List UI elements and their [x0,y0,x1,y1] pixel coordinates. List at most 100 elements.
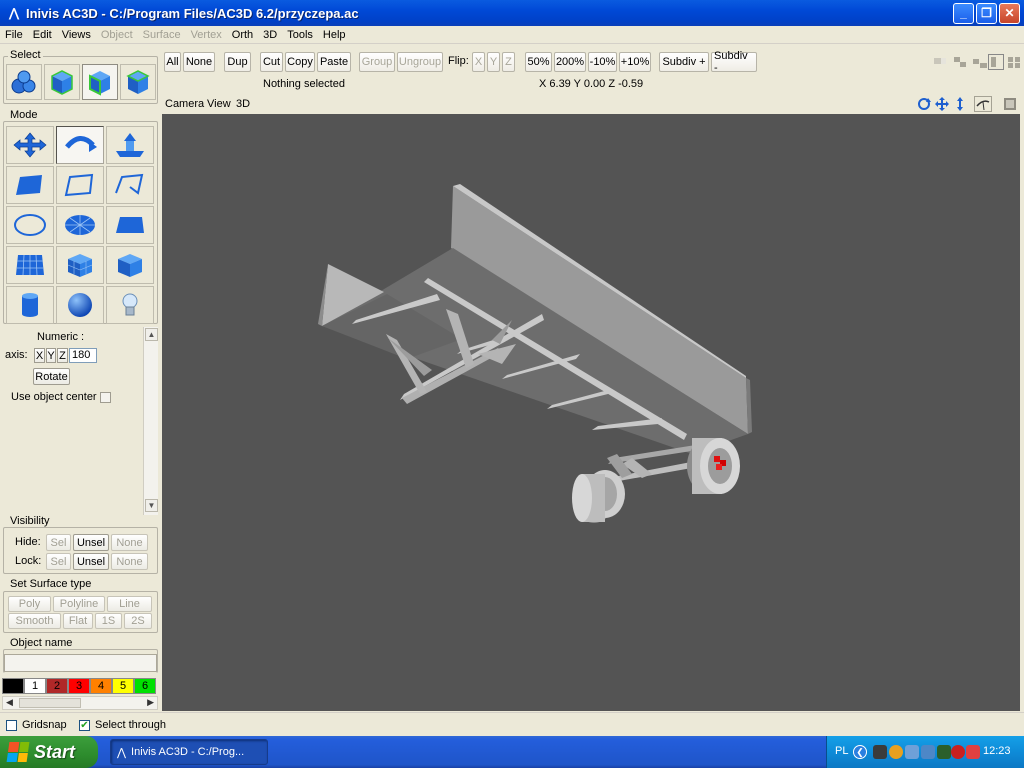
tray-messenger-icon[interactable] [889,745,903,759]
draw-polygon-button[interactable] [6,166,54,204]
draw-polyline-closed-button[interactable] [56,166,104,204]
lock-unsel-button[interactable]: Unsel [73,553,109,570]
draw-subdivided-box-button[interactable] [56,246,104,284]
palette-scroll-thumb[interactable] [19,698,81,708]
tray-antivirus-icon[interactable] [951,745,965,759]
layout-single-icon[interactable] [932,54,948,70]
select-all-button[interactable]: All [164,52,181,72]
viewport-3d-label[interactable]: 3D [236,98,250,110]
cut-button[interactable]: Cut [260,52,283,72]
add-light-button[interactable] [106,286,154,324]
axis-y-button[interactable]: Y [46,348,56,363]
surface-1s-button[interactable]: 1S [95,613,122,629]
surface-line-button[interactable]: Line [107,596,152,612]
view-toggle-icon[interactable] [974,96,992,112]
language-indicator[interactable]: PL [835,745,848,757]
rotate-tool-button[interactable] [56,126,104,164]
surface-polyline-button[interactable]: Polyline [53,596,105,612]
3d-viewport[interactable] [162,114,1020,711]
group-button[interactable]: Group [359,52,395,72]
scroll-down-arrow-icon[interactable]: ▼ [145,499,158,512]
menu-orth[interactable]: Orth [227,29,258,41]
scale-50-button[interactable]: 50% [525,52,552,72]
surface-poly-button[interactable]: Poly [8,596,51,612]
select-vertex-button[interactable] [6,64,42,100]
tray-printer-icon[interactable] [873,745,887,759]
palette-swatch[interactable] [2,678,24,694]
hide-unsel-button[interactable]: Unsel [73,534,109,551]
menu-object[interactable]: Object [96,29,138,41]
select-object-button[interactable] [44,64,80,100]
zoom-vertical-icon[interactable] [952,96,968,112]
lock-none-button[interactable]: None [111,553,148,570]
menu-vertex[interactable]: Vertex [186,29,227,41]
surface-2s-button[interactable]: 2S [124,613,152,629]
close-button[interactable]: ✕ [999,2,1020,24]
palette-swatch[interactable]: 1 [24,678,46,694]
maximize-button[interactable]: ❐ [976,2,997,24]
scale-200-button[interactable]: 200% [554,52,586,72]
scale-minus10-button[interactable]: -10% [588,52,617,72]
surface-flat-button[interactable]: Flat [63,613,93,629]
axis-value-input[interactable]: 180 [69,348,97,363]
menu-tools[interactable]: Tools [282,29,318,41]
use-object-center-checkbox[interactable] [100,392,111,403]
layout-four-icon[interactable] [988,54,1004,70]
palette-swatch[interactable]: 5 [112,678,134,694]
taskbar-app-button[interactable]: ⋀ Inivis AC3D - C:/Prog... [110,739,268,765]
draw-circle-button[interactable] [6,206,54,244]
axis-x-button[interactable]: X [34,348,45,363]
paste-button[interactable]: Paste [317,52,351,72]
palette-scrollbar[interactable]: ◀ ▶ [2,696,158,710]
tray-security-icon[interactable] [966,745,980,759]
hide-none-button[interactable]: None [111,534,148,551]
select-none-button[interactable]: None [183,52,215,72]
lock-sel-button[interactable]: Sel [46,553,71,570]
subdiv-minus-button[interactable]: Subdiv - [711,50,757,74]
scroll-right-arrow-icon[interactable]: ▶ [147,697,154,708]
viewport-view-menu[interactable]: View [207,98,231,110]
layout-two-icon[interactable] [952,54,968,70]
pan-icon[interactable] [934,96,950,112]
draw-rectangle-button[interactable] [106,206,154,244]
menu-edit[interactable]: Edit [28,29,57,41]
menu-3d[interactable]: 3D [258,29,282,41]
flip-y-button[interactable]: Y [487,52,500,72]
numeric-scrollbar[interactable]: ▲ ▼ [143,327,158,515]
palette-swatch[interactable]: 2 [46,678,68,694]
orbit-icon[interactable] [916,96,932,112]
minimize-button[interactable]: _ [953,2,974,24]
title-bar[interactable]: ⋀ Inivis AC3D - C:/Program Files/AC3D 6.… [0,0,1024,26]
object-name-input[interactable] [4,654,157,672]
menu-file[interactable]: File [0,29,28,41]
select-group-button[interactable] [82,64,118,100]
scroll-up-arrow-icon[interactable]: ▲ [145,328,158,341]
tray-expand-icon[interactable]: ❮ [853,745,867,759]
palette-swatch[interactable]: 6 [134,678,156,694]
select-through-checkbox[interactable]: ✔ [79,720,90,731]
tray-network-icon[interactable] [905,745,919,759]
scroll-left-arrow-icon[interactable]: ◀ [6,697,13,708]
flip-x-button[interactable]: X [472,52,485,72]
draw-mesh-button[interactable] [6,246,54,284]
tray-nvidia-icon[interactable] [937,745,951,759]
flip-z-button[interactable]: Z [502,52,515,72]
draw-disk-button[interactable] [56,206,104,244]
copy-button[interactable]: Copy [285,52,315,72]
start-button[interactable]: Start [0,736,98,768]
tray-display-icon[interactable] [921,745,935,759]
maximize-viewport-icon[interactable] [1002,96,1020,112]
draw-sphere-button[interactable] [56,286,104,324]
draw-cylinder-button[interactable] [6,286,54,324]
duplicate-button[interactable]: Dup [224,52,251,72]
rotate-button[interactable]: Rotate [33,368,70,385]
select-surface-button[interactable] [120,64,156,100]
surface-smooth-button[interactable]: Smooth [8,613,61,629]
viewport-camera-menu[interactable]: Camera [165,98,204,110]
scale-plus10-button[interactable]: +10% [619,52,651,72]
palette-swatch[interactable]: 4 [90,678,112,694]
move-tool-button[interactable] [6,126,54,164]
ungroup-button[interactable]: Ungroup [397,52,443,72]
draw-line-button[interactable] [106,166,154,204]
layout-quad-icon[interactable] [1006,54,1022,70]
